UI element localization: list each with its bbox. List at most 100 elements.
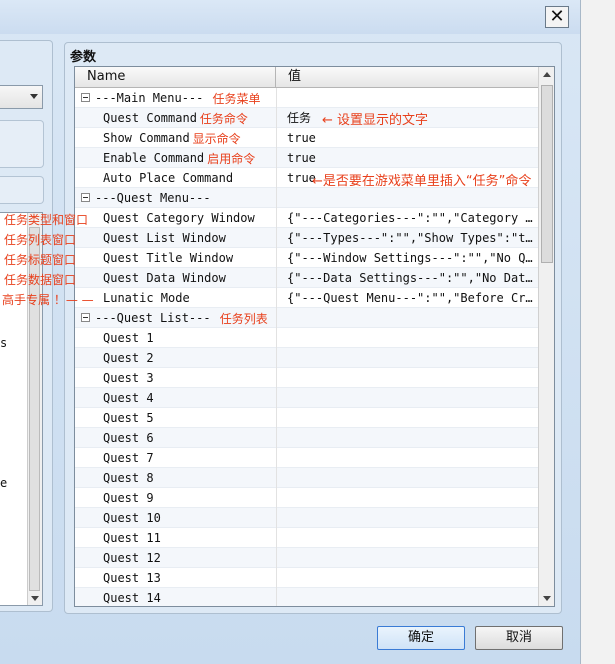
param-row[interactable]: Quest 8: [75, 468, 538, 488]
param-name: Quest 11: [103, 531, 161, 545]
grid-header: Name 值: [75, 67, 538, 88]
param-row[interactable]: Quest 14: [75, 588, 538, 606]
param-row[interactable]: Quest Title Window {"---Window Settings--…: [75, 248, 538, 268]
column-divider: [276, 408, 277, 428]
param-row[interactable]: Quest 2: [75, 348, 538, 368]
annotation-title-window: 任务标题窗口: [4, 253, 77, 267]
param-row[interactable]: Show Command true 显示命令: [75, 128, 538, 148]
param-name: Quest Category Window: [103, 211, 255, 225]
left-field[interactable]: [0, 120, 44, 168]
param-row[interactable]: Quest Command 任务 任务命令: [75, 108, 538, 128]
param-annotation: 任务列表: [219, 312, 268, 326]
param-name: Enable Command: [103, 151, 205, 165]
column-divider: [276, 388, 277, 408]
param-name: Quest 9: [103, 491, 154, 505]
param-name: Quest 2: [103, 351, 154, 365]
chevron-down-icon: [30, 94, 38, 99]
header-value[interactable]: 值: [276, 67, 538, 87]
param-name: Quest List Window: [103, 231, 226, 245]
param-name: ---Main Menu---: [95, 91, 204, 105]
param-row[interactable]: Quest 1: [75, 328, 538, 348]
param-value[interactable]: {"---Window Settings---":"","No Qu…: [287, 248, 535, 268]
param-row[interactable]: Quest 10: [75, 508, 538, 528]
title-bar: [0, 0, 580, 34]
param-value[interactable]: true: [287, 128, 535, 148]
column-divider: [276, 548, 277, 568]
grid-scroll-thumb[interactable]: [541, 85, 553, 263]
param-row[interactable]: Quest List Window {"---Types---":"","Show…: [75, 228, 538, 248]
params-title: 参数: [70, 50, 97, 65]
param-name: Quest 14: [103, 591, 161, 605]
column-divider: [276, 468, 277, 488]
param-value[interactable]: {"---Categories---":"","Category O…: [287, 208, 535, 228]
param-name: Quest 5: [103, 411, 154, 425]
param-name: Auto Place Command: [103, 171, 234, 185]
param-name: ---Quest List---: [95, 311, 211, 325]
param-name: Quest 6: [103, 431, 154, 445]
param-row[interactable]: Quest 6: [75, 428, 538, 448]
grid-scrollbar[interactable]: [538, 67, 554, 606]
param-row[interactable]: Quest 11: [75, 528, 538, 548]
param-value[interactable]: {"---Types---":"","Show Types":"tr…: [287, 228, 535, 248]
params-grid[interactable]: Name 值 ---Main Menu--- 任务菜单 Quest Command 任…: [74, 66, 555, 607]
param-row[interactable]: Quest 13: [75, 568, 538, 588]
column-divider: [276, 508, 277, 528]
column-divider: [276, 248, 277, 268]
column-divider: [276, 88, 277, 108]
param-row[interactable]: Quest 3: [75, 368, 538, 388]
annotation-show-text: ← 设置显示的文字: [322, 113, 429, 128]
param-name: Quest 7: [103, 451, 154, 465]
collapse-toggle-icon[interactable]: [81, 93, 90, 102]
param-row[interactable]: Quest 12: [75, 548, 538, 568]
column-divider: [276, 168, 277, 188]
column-divider: [276, 488, 277, 508]
param-name: Quest 4: [103, 391, 154, 405]
param-row[interactable]: Enable Command true 启用命令: [75, 148, 538, 168]
param-name: Quest 8: [103, 471, 154, 485]
param-row[interactable]: Quest Category Window {"---Categories---"…: [75, 208, 538, 228]
grid-rows: ---Main Menu--- 任务菜单 Quest Command 任务 任务命令 Sh…: [75, 88, 538, 606]
cancel-button[interactable]: 取消: [475, 626, 563, 650]
help-text-fragment: e: [0, 476, 8, 490]
column-divider: [276, 588, 277, 606]
category-row[interactable]: ---Quest Menu---: [75, 188, 538, 208]
param-value[interactable]: true: [287, 148, 535, 168]
param-name: Quest Data Window: [103, 271, 226, 285]
close-button[interactable]: ✕: [545, 6, 569, 28]
param-row[interactable]: Quest 4: [75, 388, 538, 408]
scroll-up-icon[interactable]: [543, 72, 551, 77]
param-row[interactable]: Lunatic Mode {"---Quest Menu---":"","Befo…: [75, 288, 538, 308]
category-row[interactable]: ---Quest List--- 任务列表: [75, 308, 538, 328]
column-divider: [276, 188, 277, 208]
column-divider: [276, 448, 277, 468]
param-annotation: 显示命令: [192, 132, 241, 146]
annotation-auto-place: ←是否要在游戏菜单里插入“任务”命令: [312, 174, 532, 189]
param-value[interactable]: {"---Data Settings---":"","No Data…: [287, 268, 535, 288]
scroll-down-icon[interactable]: [31, 596, 39, 601]
annotation-category-window: 任务类型和窗口: [4, 213, 89, 227]
annotation-list-window: 任务列表窗口: [4, 233, 77, 247]
param-name: Quest Title Window: [103, 251, 234, 265]
param-annotation: 启用命令: [207, 152, 256, 166]
column-divider: [276, 148, 277, 168]
param-row[interactable]: Quest 5: [75, 408, 538, 428]
outer-frame: [580, 0, 615, 664]
param-row[interactable]: Quest 7: [75, 448, 538, 468]
header-name[interactable]: Name: [75, 67, 276, 87]
param-name: Quest 12: [103, 551, 161, 565]
param-row[interactable]: Quest Data Window {"---Data Settings---":…: [75, 268, 538, 288]
param-row[interactable]: Quest 9: [75, 488, 538, 508]
param-annotation: 任务命令: [199, 112, 248, 126]
param-name: ---Quest Menu---: [95, 191, 211, 205]
param-value[interactable]: {"---Quest Menu---":"","Before Cre…: [287, 288, 535, 308]
help-text-fragment: s: [0, 336, 8, 350]
left-field-2[interactable]: [0, 176, 44, 204]
collapse-toggle-icon[interactable]: [81, 313, 90, 322]
plugin-select[interactable]: [0, 85, 43, 109]
param-name: Lunatic Mode: [103, 291, 190, 305]
param-name: Quest 3: [103, 371, 154, 385]
ok-button[interactable]: 确定: [377, 626, 465, 650]
collapse-toggle-icon[interactable]: [81, 193, 90, 202]
category-row[interactable]: ---Main Menu--- 任务菜单: [75, 88, 538, 108]
scroll-down-icon[interactable]: [543, 596, 551, 601]
